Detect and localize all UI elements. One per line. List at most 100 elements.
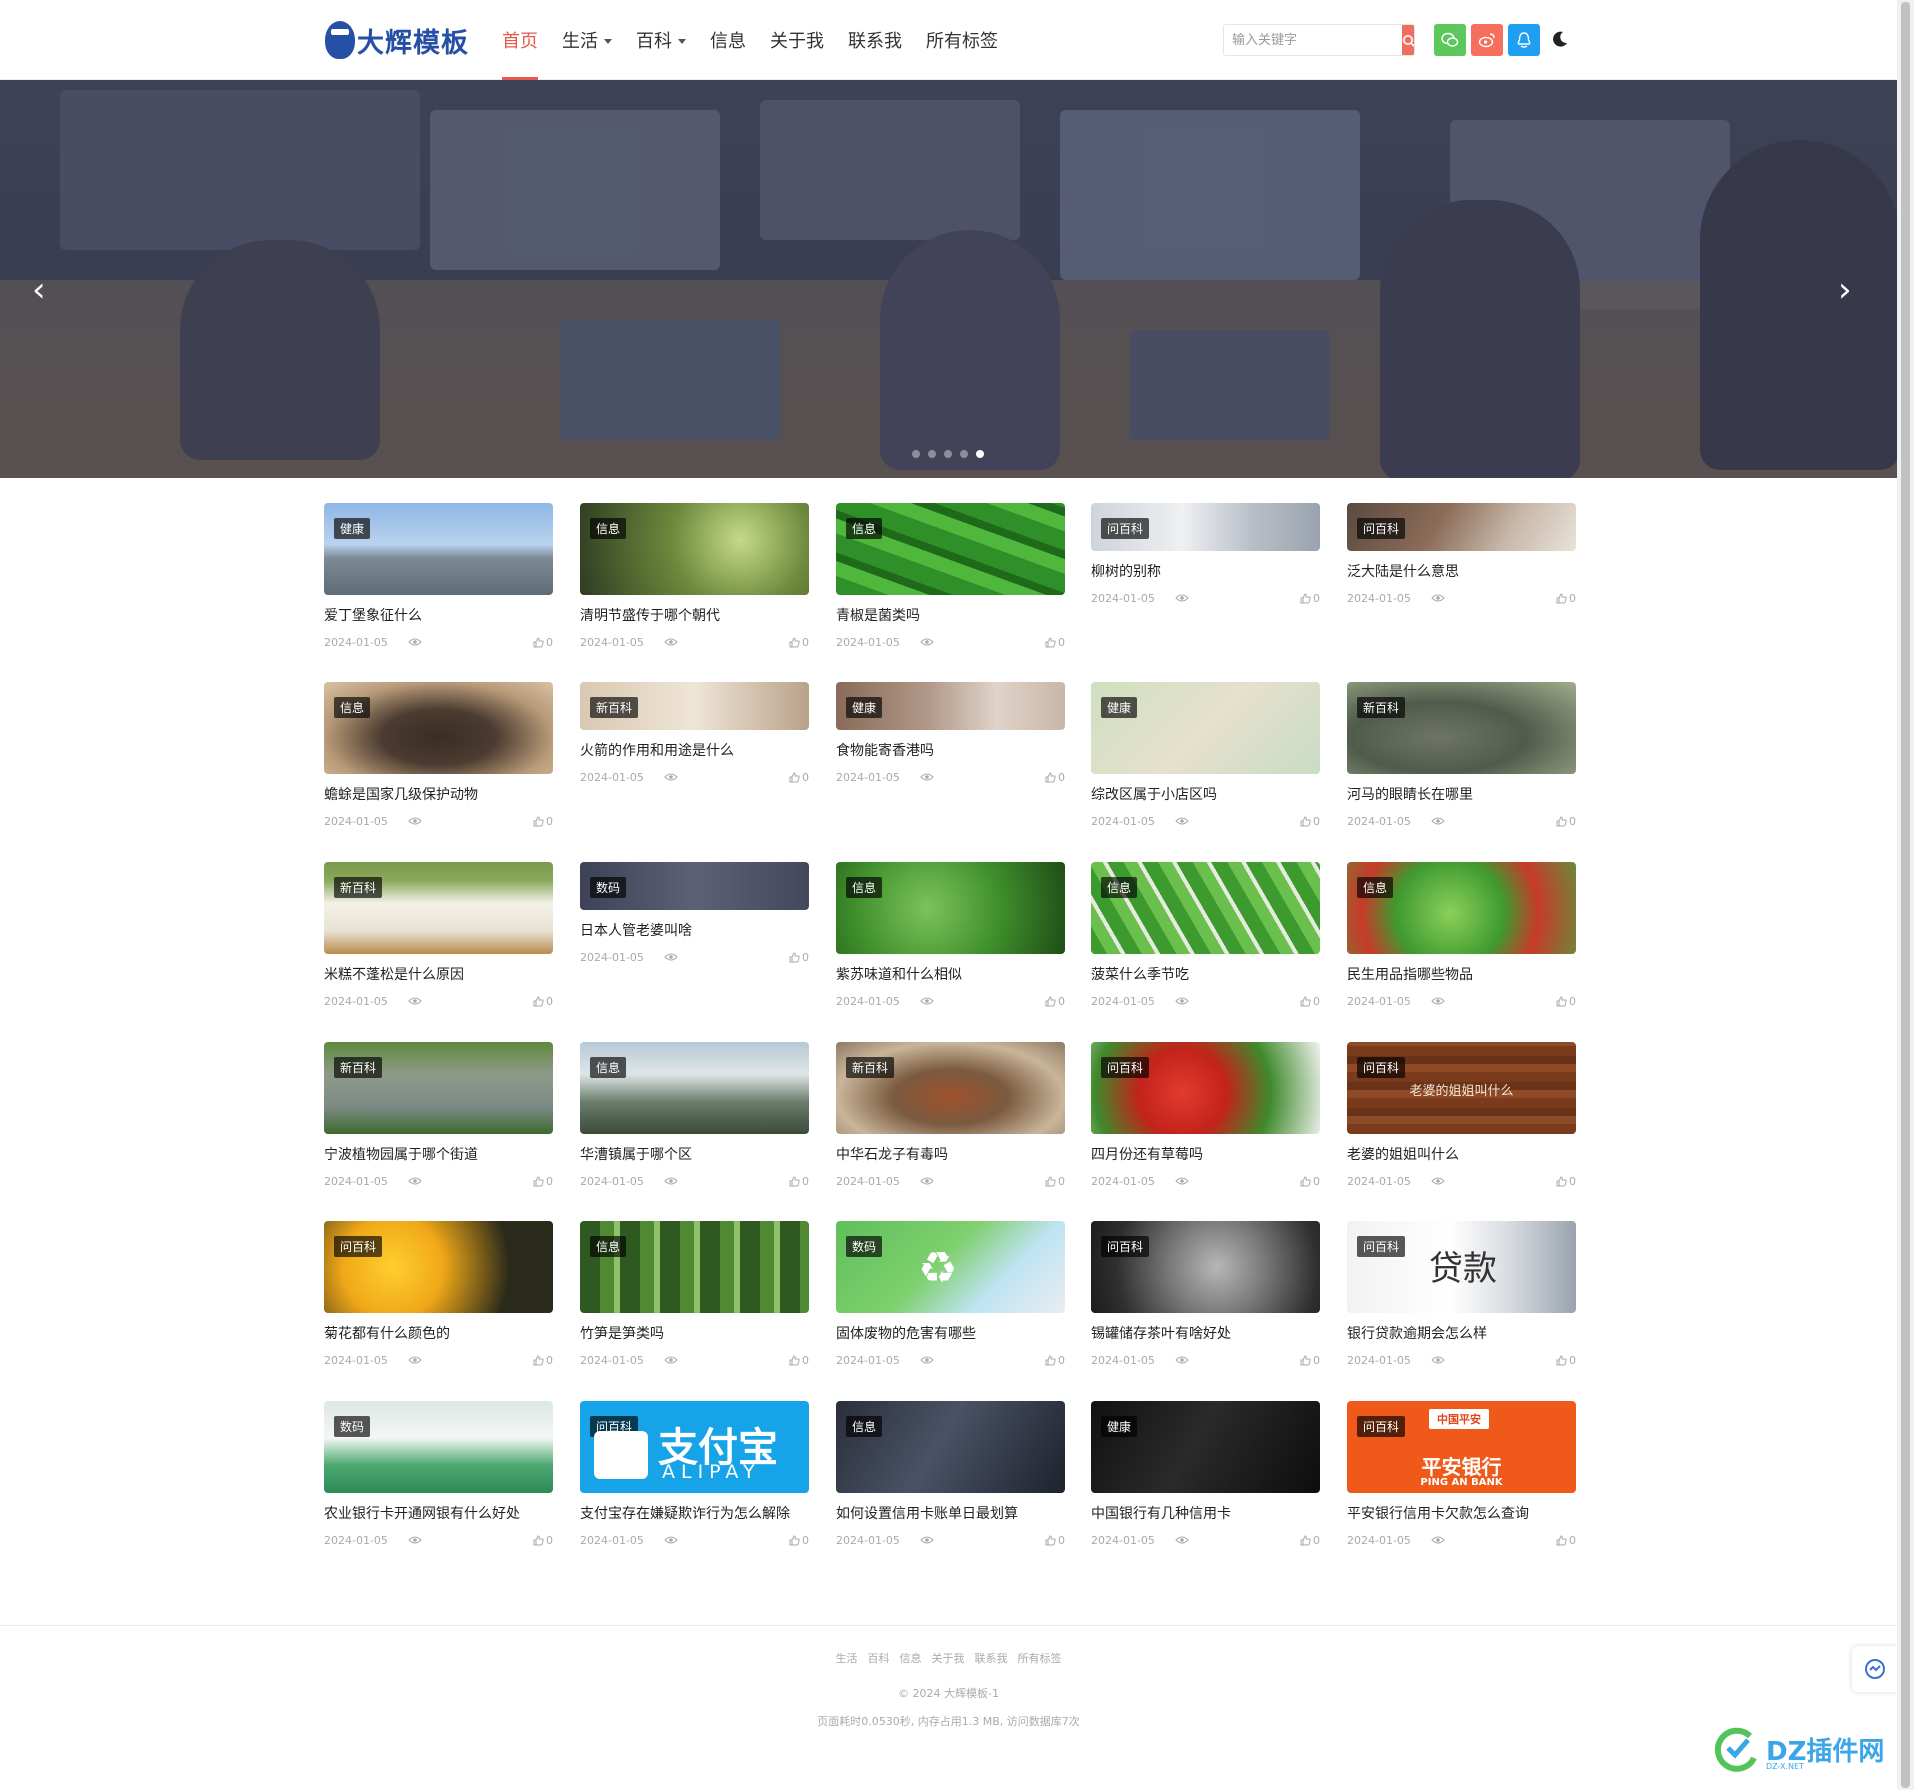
post-thumbnail[interactable]: 新百科 [324,862,553,954]
category-tag[interactable]: 数码 [846,1236,883,1257]
scrollbar-thumb[interactable] [1901,2,1910,1788]
post-thumbnail[interactable]: 健康 [324,503,553,595]
like-button[interactable]: 0 [1556,815,1576,828]
category-tag[interactable]: 信息 [1357,877,1394,898]
like-button[interactable]: 0 [1556,592,1576,605]
category-tag[interactable]: 新百科 [1357,697,1406,718]
post-title[interactable]: 食物能寄香港吗 [836,740,1065,760]
post-title[interactable]: 综改区属于小店区吗 [1091,784,1320,804]
like-button[interactable]: 0 [533,1354,553,1367]
post-title[interactable]: 中国银行有几种信用卡 [1091,1503,1320,1523]
like-button[interactable]: 0 [789,1534,809,1547]
post-thumbnail[interactable]: 新百科 [836,1042,1065,1134]
like-button[interactable]: 0 [1300,815,1320,828]
footer-link[interactable]: 所有标签 [1018,1652,1062,1665]
post-title[interactable]: 民生用品指哪些物品 [1347,964,1576,984]
floating-tool-button[interactable] [1852,1646,1897,1692]
like-button[interactable]: 0 [789,636,809,649]
post-title[interactable]: 四月份还有草莓吗 [1091,1144,1320,1164]
post-card[interactable]: 问百科 平安银行 PING AN BANK 中国平安 平安银行信用卡欠款怎么查询 2024… [1347,1401,1576,1547]
post-card[interactable]: 健康 食物能寄香港吗 2024-01-05 0 [836,682,1065,784]
like-button[interactable]: 0 [1045,1354,1065,1367]
like-button[interactable]: 0 [533,995,553,1008]
category-tag[interactable]: 数码 [590,877,627,898]
like-button[interactable]: 0 [1556,1534,1576,1547]
post-card[interactable]: 问百科 老婆的姐姐叫什么 老婆的姐姐叫什么 2024-01-05 0 [1347,1042,1576,1188]
post-card[interactable]: 信息 华漕镇属于哪个区 2024-01-05 0 [580,1042,809,1188]
nav-item-1[interactable]: 生活 [550,0,624,80]
footer-link[interactable]: 生活 [836,1652,858,1665]
nav-item-3[interactable]: 信息 [698,0,758,80]
like-button[interactable]: 0 [1045,1175,1065,1188]
category-tag[interactable]: 问百科 [1357,1236,1406,1257]
post-card[interactable]: 问百科 贷款 银行贷款逾期会怎么样 2024-01-05 0 [1347,1221,1576,1367]
post-title[interactable]: 菊花都有什么颜色的 [324,1323,553,1343]
post-title[interactable]: 泛大陆是什么意思 [1347,561,1576,581]
post-thumbnail[interactable]: 新百科 [1347,682,1576,774]
category-tag[interactable]: 问百科 [1101,518,1150,539]
post-thumbnail[interactable]: 问百科 贷款 [1347,1221,1576,1313]
post-card[interactable]: 信息 紫苏味道和什么相似 2024-01-05 0 [836,862,1065,1008]
category-tag[interactable]: 信息 [846,518,883,539]
post-card[interactable]: 问百科 四月份还有草莓吗 2024-01-05 0 [1091,1042,1320,1188]
like-button[interactable]: 0 [789,1175,809,1188]
post-card[interactable]: 信息 清明节盛传于哪个朝代 2024-01-05 0 [580,503,809,649]
category-tag[interactable]: 问百科 [1101,1236,1150,1257]
category-tag[interactable]: 新百科 [846,1057,895,1078]
post-thumbnail[interactable]: 健康 [1091,682,1320,774]
post-thumbnail[interactable]: 问百科 平安银行 PING AN BANK 中国平安 [1347,1401,1576,1493]
like-button[interactable]: 0 [789,1354,809,1367]
like-button[interactable]: 0 [1045,995,1065,1008]
post-card[interactable]: 问百科 支付宝 ALIPAY 支付宝存在嫌疑欺诈行为怎么解除 2024-01-05 0 [580,1401,809,1547]
post-card[interactable]: 新百科 河马的眼睛长在哪里 2024-01-05 0 [1347,682,1576,828]
category-tag[interactable]: 问百科 [1357,1057,1406,1078]
post-thumbnail[interactable]: 健康 [1091,1401,1320,1493]
carousel-prev-button[interactable]: ‹ [32,270,46,310]
like-button[interactable]: 0 [789,951,809,964]
like-button[interactable]: 0 [1300,1175,1320,1188]
category-tag[interactable]: 信息 [590,1236,627,1257]
post-thumbnail[interactable]: 数码 ♻ [836,1221,1065,1313]
qq-button[interactable] [1508,24,1540,56]
like-button[interactable]: 0 [1300,1534,1320,1547]
post-card[interactable]: 数码 农业银行卡开通网银有什么好处 2024-01-05 0 [324,1401,553,1547]
post-title[interactable]: 农业银行卡开通网银有什么好处 [324,1503,553,1523]
like-button[interactable]: 0 [1045,1534,1065,1547]
post-title[interactable]: 蟾蜍是国家几级保护动物 [324,784,553,804]
nav-item-0[interactable]: 首页 [490,0,550,80]
post-card[interactable]: 信息 竹笋是笋类吗 2024-01-05 0 [580,1221,809,1367]
post-thumbnail[interactable]: 新百科 [324,1042,553,1134]
category-tag[interactable]: 新百科 [334,1057,383,1078]
post-card[interactable]: 新百科 米糕不蓬松是什么原因 2024-01-05 0 [324,862,553,1008]
post-card[interactable]: 信息 菠菜什么季节吃 2024-01-05 0 [1091,862,1320,1008]
like-button[interactable]: 0 [1300,995,1320,1008]
post-thumbnail[interactable]: 数码 [580,862,809,910]
category-tag[interactable]: 新百科 [590,697,639,718]
post-title[interactable]: 固体废物的危害有哪些 [836,1323,1065,1343]
post-card[interactable]: 问百科 泛大陆是什么意思 2024-01-05 0 [1347,503,1576,605]
post-thumbnail[interactable]: 问百科 [1091,1221,1320,1313]
weibo-button[interactable] [1471,24,1503,56]
post-card[interactable]: 数码 日本人管老婆叫啥 2024-01-05 0 [580,862,809,964]
post-title[interactable]: 宁波植物园属于哪个街道 [324,1144,553,1164]
like-button[interactable]: 0 [1556,1175,1576,1188]
carousel-dot[interactable] [944,450,952,458]
category-tag[interactable]: 问百科 [1357,1416,1406,1437]
category-tag[interactable]: 新百科 [334,877,383,898]
nav-item-5[interactable]: 联系我 [836,0,914,80]
post-card[interactable]: 信息 民生用品指哪些物品 2024-01-05 0 [1347,862,1576,1008]
like-button[interactable]: 0 [1300,1354,1320,1367]
dark-mode-toggle[interactable] [1550,29,1570,49]
post-thumbnail[interactable]: 信息 [1091,862,1320,954]
nav-item-2[interactable]: 百科 [624,0,698,80]
post-card[interactable]: 数码 ♻ 固体废物的危害有哪些 2024-01-05 0 [836,1221,1065,1367]
post-thumbnail[interactable]: 信息 [836,1401,1065,1493]
post-thumbnail[interactable]: 健康 [836,682,1065,730]
post-thumbnail[interactable]: 问百科 [1091,1042,1320,1134]
footer-link[interactable]: 信息 [900,1652,922,1665]
post-title[interactable]: 米糕不蓬松是什么原因 [324,964,553,984]
site-logo[interactable]: 大辉模板 [325,18,469,62]
category-tag[interactable]: 信息 [1101,877,1138,898]
post-thumbnail[interactable]: 问百科 支付宝 ALIPAY [580,1401,809,1493]
post-title[interactable]: 支付宝存在嫌疑欺诈行为怎么解除 [580,1503,809,1523]
